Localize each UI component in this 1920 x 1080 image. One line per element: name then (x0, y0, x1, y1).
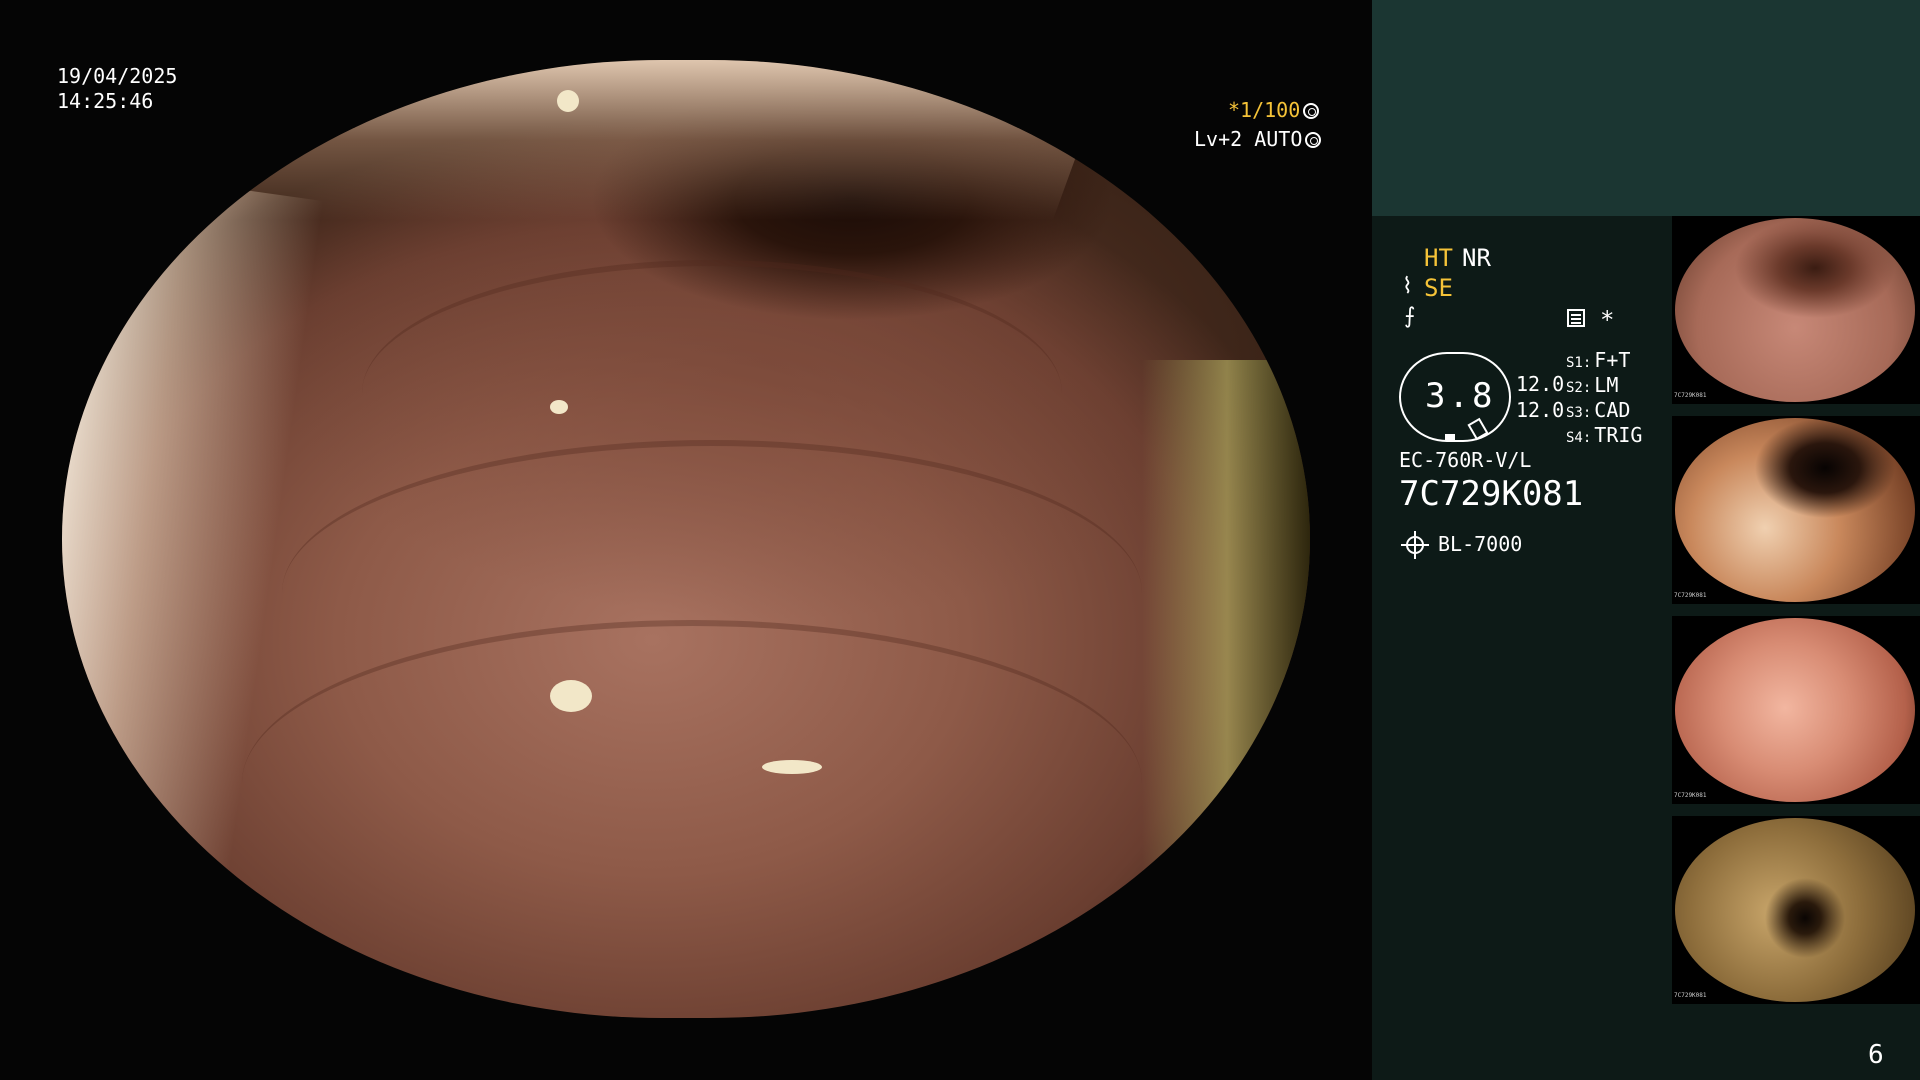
scope-button-function: F+T (1594, 348, 1631, 372)
thumbnail-serial: 7C729K081 (1674, 792, 1707, 799)
captured-image-thumbnail-1[interactable]: 7C729K081 (1672, 216, 1920, 404)
shutter-speed-display: *1/100 (1228, 98, 1320, 123)
scope-button-key: S4: (1566, 430, 1592, 446)
scope-button-function: LM (1594, 373, 1619, 397)
debris-spot (550, 400, 568, 414)
colon-wall-highlight-top (152, 60, 1112, 220)
scope-button-s3: S3: CAD (1566, 398, 1630, 422)
menu-list-icon (1567, 309, 1585, 327)
thumbnail-serial: 7C729K081 (1674, 992, 1707, 999)
star-indicator: * (1600, 306, 1615, 334)
scope-button-function: TRIG (1594, 423, 1643, 447)
mode-se-label: SE (1424, 274, 1453, 302)
debris-spot (550, 680, 592, 712)
mode-nr-label: NR (1462, 244, 1491, 272)
scope-button-key: S3: (1566, 405, 1592, 421)
structure-enhance-icon: ⌇ (1402, 274, 1413, 299)
info-panel-header-block (1372, 0, 1920, 216)
scope-serial: 7C729K081 (1399, 474, 1584, 514)
captured-image-thumbnail-3[interactable]: 7C729K081 (1672, 616, 1920, 804)
light-source-icon (1401, 531, 1429, 559)
brightness-level-value: Lv+2 AUTO (1194, 127, 1303, 151)
zoom-bracket-icon (1467, 417, 1489, 441)
scope-button-function: CAD (1594, 398, 1631, 422)
thumbnail-image (1675, 618, 1915, 802)
freeze-icon: ⨍ (1404, 304, 1416, 329)
date-display: 19/04/2025 (57, 64, 178, 88)
captured-image-thumbnail-4[interactable]: 7C729K081 (1672, 816, 1920, 1004)
zoom-gauge: 3.8 (1399, 352, 1511, 442)
page-number: 6 (1868, 1040, 1884, 1070)
thumbnail-serial: 7C729K081 (1674, 592, 1707, 599)
zoom-tick-icon (1445, 434, 1455, 440)
zoom-value: 3.8 (1425, 376, 1496, 416)
iris-icon (1305, 132, 1322, 148)
scope-model: EC-760R-V/L (1399, 448, 1532, 472)
colon-wall-highlight-right (1142, 360, 1310, 1018)
setting-value-b: 12.0 (1516, 398, 1565, 422)
time-display: 14:25:46 (57, 89, 154, 113)
captured-image-thumbnail-2[interactable]: 7C729K081 (1672, 416, 1920, 604)
shutter-speed-value: *1/100 (1228, 98, 1301, 122)
thumbnail-image (1675, 218, 1915, 402)
brightness-level-display: Lv+2 AUTO (1194, 127, 1322, 152)
debris-spot (762, 760, 822, 774)
mucosal-fold (242, 620, 1142, 946)
scope-button-s2: S2: LM (1566, 373, 1618, 397)
debris-spot (557, 90, 579, 112)
thumbnail-image (1675, 818, 1915, 1002)
thumbnail-image (1675, 418, 1915, 602)
setting-value-a: 12.0 (1516, 372, 1565, 396)
scope-button-s1: S1: F+T (1566, 348, 1630, 372)
endoscope-main-view: 19/04/2025 14:25:46 *1/100 Lv+2 AUTO (0, 0, 1372, 1080)
mode-ht-label: HT (1424, 244, 1453, 272)
shutter-icon (1303, 103, 1320, 119)
light-source-model: BL-7000 (1438, 532, 1523, 556)
scope-button-key: S1: (1566, 355, 1592, 371)
scope-button-s4: S4: TRIG (1566, 423, 1642, 447)
thumbnail-serial: 7C729K081 (1674, 392, 1707, 399)
endoscope-live-image (62, 60, 1310, 1018)
scope-button-key: S2: (1566, 380, 1592, 396)
